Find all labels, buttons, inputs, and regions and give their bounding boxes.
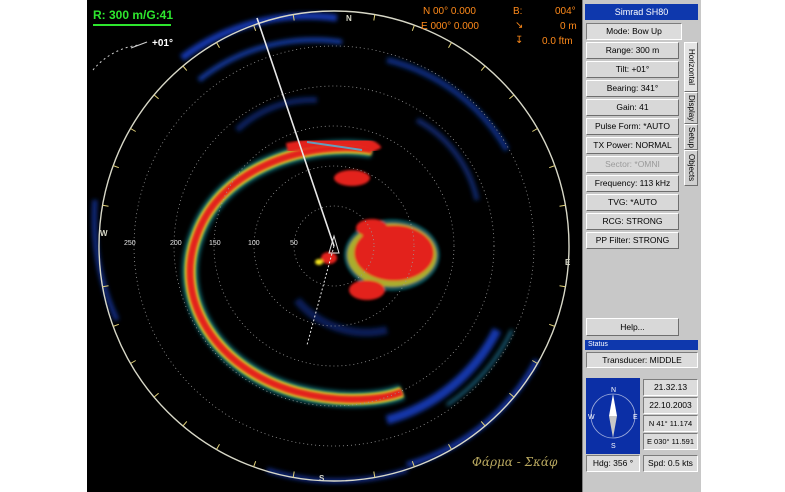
clock-time: 21.32.13	[643, 379, 698, 396]
west-label: W	[100, 229, 108, 238]
bearing-tick	[448, 42, 452, 48]
ring-label-250: 250	[124, 240, 136, 247]
b-value: 004°	[555, 6, 576, 17]
panel-title: Simrad SH80	[585, 4, 698, 20]
bearing-tick	[102, 204, 109, 207]
bearing-tick	[253, 461, 257, 467]
setting-button-7[interactable]: Frequency: 113 kHz	[586, 175, 679, 192]
sonar-plot	[91, 10, 570, 484]
tab-setup[interactable]: Setup	[684, 124, 698, 150]
setting-button-1[interactable]: Tilt: +01°	[586, 61, 679, 78]
gps-lon: E 030° 11.591	[643, 433, 698, 450]
tab-horizontal[interactable]: Horizontal	[684, 42, 698, 92]
mode-field[interactable]: Mode: Bow Up	[586, 23, 682, 40]
bearing-tick	[559, 285, 566, 288]
svg-text:N: N	[611, 387, 616, 394]
b-label: B:	[513, 6, 523, 17]
south-label: S	[319, 474, 325, 483]
compass-rose-icon: N S E W	[588, 387, 638, 450]
bearing-tick	[153, 94, 159, 100]
svg-text:E: E	[633, 414, 638, 421]
weak-echo-returns	[91, 12, 540, 484]
bearing-tick	[411, 25, 415, 31]
bearing-tick	[130, 128, 136, 132]
ring-label-50: 50	[290, 240, 298, 247]
heading-compass: N S E W	[586, 378, 640, 454]
setting-button-9[interactable]: RCG: STRONG	[586, 213, 679, 230]
bearing-tick	[153, 392, 159, 398]
speed-field: Spd: 0.5 kts	[643, 455, 698, 472]
bearing-tick	[130, 360, 136, 364]
ring-label-200: 200	[170, 240, 182, 247]
bearing-tick	[509, 94, 515, 100]
setting-button-5[interactable]: TX Power: NORMAL	[586, 137, 679, 154]
setting-button-10[interactable]: PP Filter: STRONG	[586, 232, 679, 249]
setting-button-3[interactable]: Gain: 41	[586, 99, 679, 116]
transducer-field: Transducer: MIDDLE	[586, 352, 698, 368]
bearing-tick	[532, 128, 538, 132]
setting-button-6: Sector: *OMNI	[586, 156, 679, 173]
range-underline	[93, 24, 171, 26]
position-lon: E 000° 0.000	[421, 21, 479, 32]
position-lat: N 00° 0.000	[423, 6, 476, 17]
sonar-display[interactable]: R: 300 m/G:41 +01° N 00° 0.000 E 000° 0.…	[87, 0, 582, 492]
bearing-tick	[182, 65, 188, 71]
control-panel: Simrad SH80 Mode: Bow Up Range: 300 m Til…	[582, 0, 701, 492]
strong-echo-blob	[315, 170, 440, 300]
east-label: E	[565, 258, 571, 267]
bearing-tick	[216, 444, 220, 450]
gps-lat: N 41° 11.174	[643, 415, 698, 432]
bearing-tick	[182, 421, 188, 427]
depth-icon: ↘	[515, 20, 524, 31]
setting-button-8[interactable]: TVG: *AUTO	[586, 194, 679, 211]
bearing-tick	[549, 323, 555, 327]
range-gain-readout: R: 300 m/G:41	[93, 8, 174, 22]
svg-text:S: S	[611, 443, 616, 450]
depth-fathoms: 0.0 ftm	[542, 36, 573, 47]
help-button[interactable]: Help...	[586, 318, 679, 336]
setting-button-2[interactable]: Bearing: 341°	[586, 80, 679, 97]
tab-objects[interactable]: Objects	[684, 150, 698, 186]
bearing-tick	[480, 65, 486, 71]
ring-label-100: 100	[248, 240, 260, 247]
clock-date: 22.10.2003	[643, 397, 698, 414]
setting-button-0[interactable]: Range: 300 m	[586, 42, 679, 59]
ring-label-150: 150	[209, 240, 221, 247]
setting-button-4[interactable]: Pulse Form: *AUTO	[586, 118, 679, 135]
depth-meters: 0 m	[560, 21, 577, 32]
bearing-tick	[216, 42, 220, 48]
heading-field: Hdg: 356 °	[586, 455, 640, 472]
tilt-label: +01°	[152, 38, 173, 49]
watermark: Φάρμα - Σκάφ	[472, 455, 558, 469]
bearing-tick	[113, 165, 119, 169]
bearing-tick	[559, 204, 566, 207]
depth-ftm-icon: ↧	[515, 35, 524, 46]
tilt-indicator	[92, 41, 148, 71]
bearing-line[interactable]	[256, 17, 335, 247]
bearing-tick	[549, 165, 555, 169]
svg-text:W: W	[588, 414, 595, 421]
bearing-tick	[373, 14, 376, 21]
north-label: N	[346, 14, 352, 23]
bearing-tick	[113, 323, 119, 327]
status-title: Status	[585, 340, 698, 350]
tab-display[interactable]: Display	[684, 92, 698, 124]
